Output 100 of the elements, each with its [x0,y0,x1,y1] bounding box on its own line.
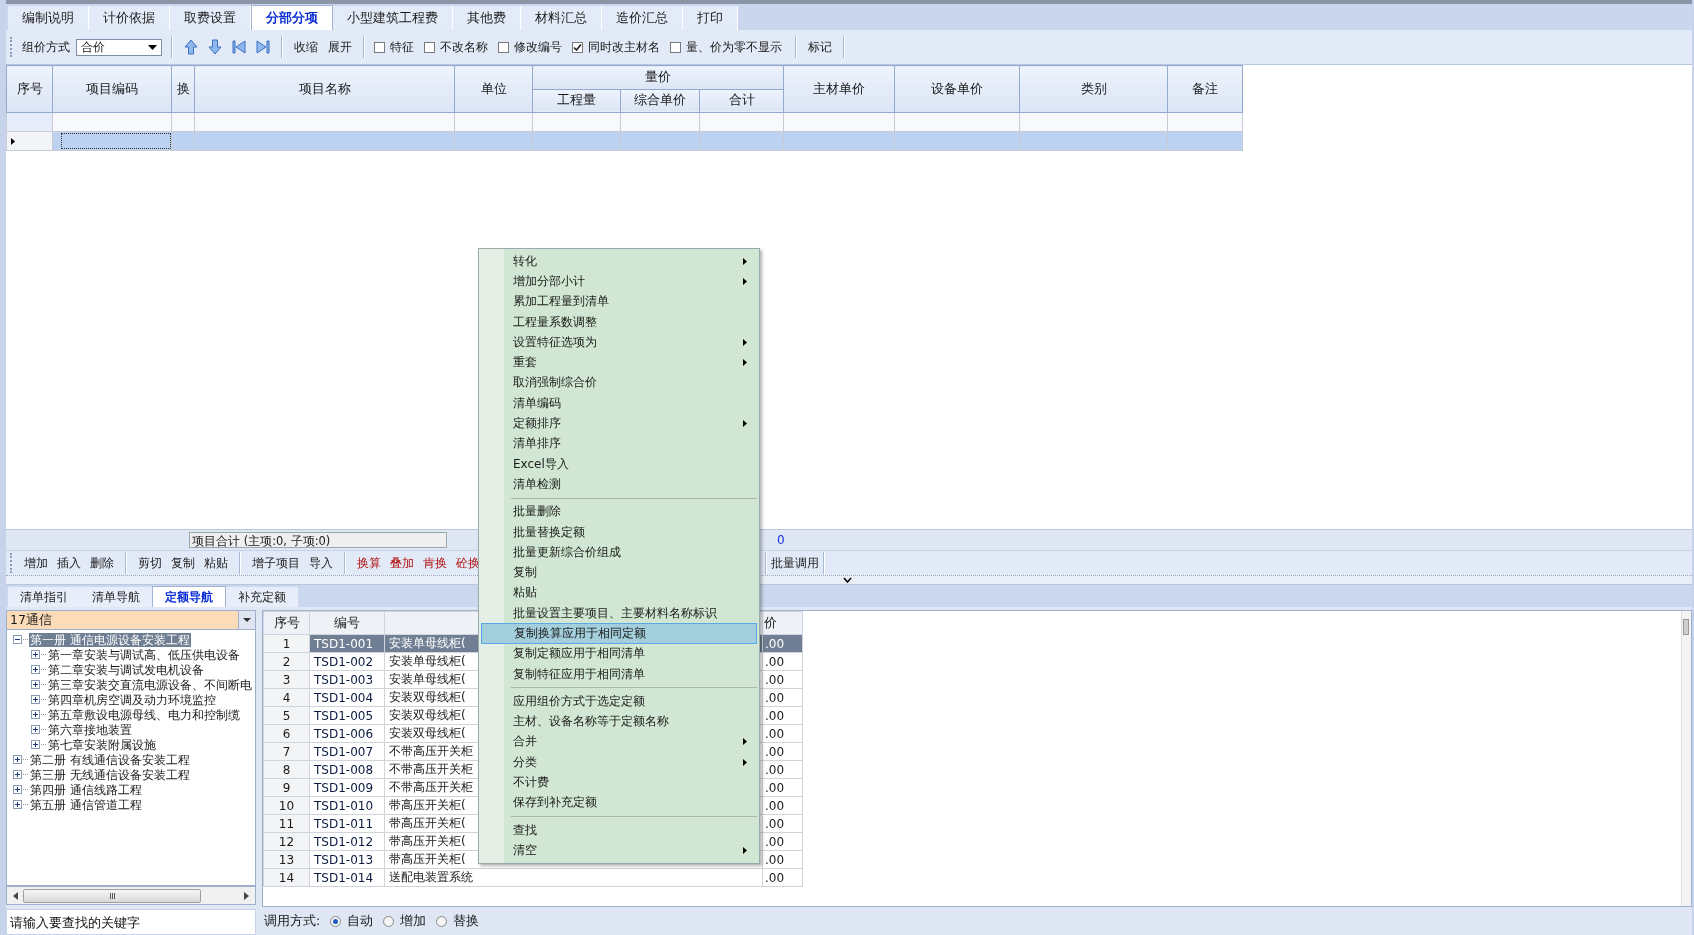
toolbar-button[interactable]: 叠加 [389,554,415,572]
expand-icon[interactable] [31,665,40,674]
tab[interactable]: 造价汇总 [602,6,683,30]
toolbar-button[interactable]: 换算 [356,554,382,572]
table-cell: TSD1-002 [309,652,385,671]
tab[interactable]: 补充定额 [226,587,298,607]
tab[interactable]: 取费设置 [170,6,251,30]
move-down-icon[interactable] [207,39,223,55]
toolbar-button[interactable]: 肯换 [422,554,448,572]
expand-icon[interactable] [31,740,40,749]
menu-item[interactable]: 设置特征选项为 [481,332,757,353]
horizontal-scrollbar[interactable] [6,886,256,905]
toolbar-button[interactable]: 导入 [308,554,334,572]
checkbox[interactable] [670,41,681,53]
tab[interactable]: 分部分项 [251,5,333,30]
toolbar-button[interactable]: 插入 [56,554,82,572]
vertical-scrollbar[interactable] [1681,611,1691,906]
tree-item[interactable]: 第五章敷设电源母线、电力和控制缆 [47,707,241,722]
tree-item[interactable]: 第一册 通信电源设备安装工程 [29,632,191,647]
move-first-icon[interactable] [231,39,247,55]
move-up-icon[interactable] [183,39,199,55]
scroll-right-icon[interactable] [244,891,249,900]
menu-item[interactable]: 累加工程量到清单 [481,291,757,312]
collapse-icon[interactable] [13,635,22,644]
tab[interactable]: 小型建筑工程费 [333,6,453,30]
tree-item[interactable]: 第五册 通信管道工程 [29,797,143,812]
tab[interactable]: 材料汇总 [521,6,602,30]
expand-icon[interactable] [31,725,40,734]
menu-item[interactable]: 清单排序 [481,433,757,454]
tree-item[interactable]: 第六章接地装置 [47,722,133,737]
menu-item[interactable]: 定额排序 [481,413,757,434]
toolbar-button[interactable]: 标记 [806,38,834,56]
tree-item[interactable]: 第三册 无线通信设备安装工程 [29,767,191,782]
table-cell: .00 [762,832,803,851]
tree-item[interactable]: 第四章机房空调及动力环境监控 [47,692,217,707]
expand-icon[interactable] [13,755,22,764]
menu-item[interactable]: 复制定额应用于相同清单 [481,643,757,664]
menu-item[interactable]: 取消强制综合价 [481,372,757,394]
scroll-left-icon[interactable] [13,891,18,900]
expand-icon[interactable] [13,785,22,794]
menu-item[interactable]: 转化 [481,251,757,272]
radio-button[interactable] [383,915,395,927]
toolbar-button[interactable]: 剪切 [137,554,163,572]
menu-item[interactable]: 粘贴 [481,582,757,604]
toolbar-button[interactable]: 删除 [89,554,115,572]
tab[interactable]: 清单指引 [8,587,80,607]
tree-item[interactable]: 第二章安装与调试发电机设备 [47,662,205,677]
pricing-dropdown[interactable]: 合价 [76,38,162,56]
toolbar-button[interactable]: 增加 [23,554,49,572]
radio-button[interactable] [436,915,448,927]
caret-icon[interactable] [843,577,852,583]
toolbar-button[interactable]: 增子项目 [251,554,301,572]
menu-item[interactable]: 批量替换定额 [481,521,757,543]
expand-icon[interactable] [13,800,22,809]
menu-item[interactable]: 批量更新综合价组成 [481,542,757,563]
tab[interactable]: 打印 [683,6,738,30]
checkbox[interactable] [424,41,435,53]
expand-icon[interactable] [31,695,40,704]
checkbox[interactable] [572,41,583,53]
expand-icon[interactable] [13,770,22,779]
tab[interactable]: 清单导航 [80,587,152,607]
tree-item[interactable]: 第三章安装交直流电源设备、不间断电 [47,677,253,692]
menu-item[interactable]: Excel导入 [481,453,757,475]
menu-item[interactable]: 清单检测 [481,474,757,495]
tab[interactable]: 计价依据 [89,6,170,30]
toolbar-button[interactable]: 粘贴 [203,554,229,572]
expand-icon[interactable] [31,710,40,719]
toolbar-button[interactable]: 批量调用 [770,554,820,572]
tree-item[interactable]: 第一章安装与调试高、低压供电设备 [47,647,241,662]
toolbar-button[interactable]: 收缩 [292,38,320,56]
menu-item[interactable]: 复制 [481,562,757,583]
tab[interactable]: 编制说明 [8,6,89,30]
tab[interactable]: 定额导航 [152,586,226,607]
radio-button[interactable] [330,915,342,927]
menu-item[interactable]: 工程量系数调整 [481,311,757,333]
menu-item[interactable]: 增加分部小计 [481,271,757,292]
menu-item[interactable]: 批量设置主要项目、主要材料名称标识 [481,603,757,624]
tree-item[interactable]: 第二册 有线通信设备安装工程 [29,752,191,767]
menu-item[interactable]: 查找 [481,820,757,841]
table-cell: 带高压开关柜( [389,798,466,812]
tab[interactable]: 其他费 [453,6,521,30]
menu-item[interactable]: 批量删除 [481,501,757,522]
menu-item[interactable]: 清空 [481,840,757,861]
menu-item[interactable]: 重套 [481,352,757,373]
menu-item[interactable]: 不计费 [481,772,757,793]
toolbar-button[interactable]: 复制 [170,554,196,572]
toolbar-button[interactable]: 砼换 [455,554,481,572]
tree-item[interactable]: 第七章安装附属设施 [47,737,157,752]
menu-item[interactable]: 清单编码 [481,393,757,414]
move-last-icon[interactable] [255,39,271,55]
expand-icon[interactable] [31,680,40,689]
toolbar-button[interactable]: 展开 [326,38,354,56]
tree-item[interactable]: 第四册 通信线路工程 [29,782,143,797]
search-field[interactable]: 请输入要查找的关键字 [6,909,256,935]
library-dropdown[interactable]: 17通信 [6,610,256,630]
table-cell: .00 [762,742,803,761]
checkbox[interactable] [498,41,509,53]
expand-icon[interactable] [31,650,40,659]
checkbox[interactable] [374,41,385,53]
menu-item[interactable]: 复制换算应用于相同定额 [481,623,757,644]
